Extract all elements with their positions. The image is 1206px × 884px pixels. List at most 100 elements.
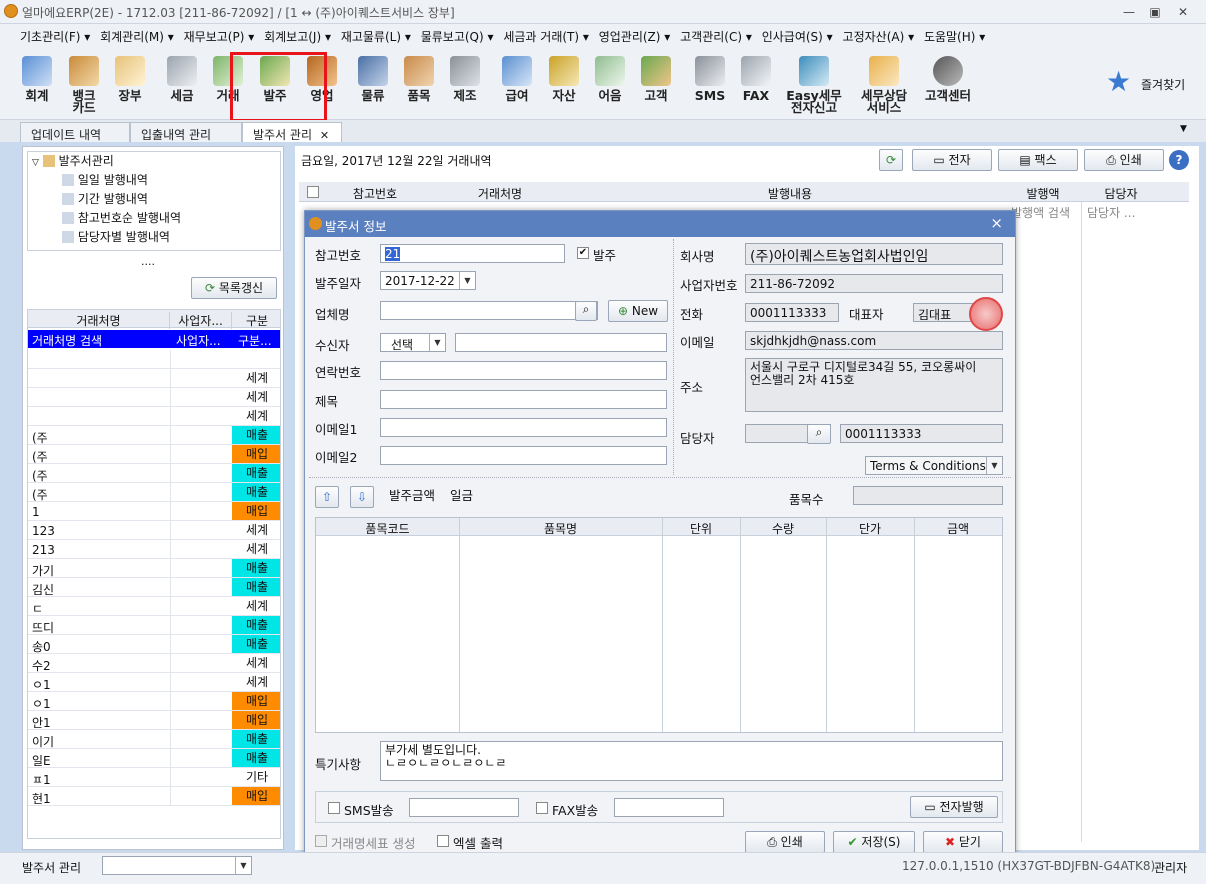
subject-input[interactable] <box>380 390 667 409</box>
move-down-arrow-icon[interactable]: ⇩ <box>350 486 374 508</box>
statement-checkbox[interactable] <box>315 835 327 847</box>
col-price[interactable]: 단가 <box>826 520 914 537</box>
table-row[interactable]: ㅇ1 매입 <box>28 692 280 711</box>
date-dropdown-icon[interactable]: ▼ <box>459 272 475 289</box>
col-customer[interactable]: 거래처명 <box>28 312 170 329</box>
favorites-label[interactable]: 즐겨찾기 <box>1141 76 1185 93</box>
terms-dropdown-icon[interactable]: ▼ <box>986 457 1002 474</box>
dialog-close-icon[interactable]: × <box>990 214 1003 232</box>
tab-close-icon[interactable]: ✕ <box>320 129 329 142</box>
menu-sales[interactable]: 영업관리(Z) ▾ <box>599 24 671 45</box>
table-row[interactable]: 현1 매입 <box>28 787 280 806</box>
star-icon[interactable]: ★ <box>1106 68 1136 98</box>
toolbar-bill[interactable]: 어음 <box>592 56 628 102</box>
toolbar-callcenter[interactable]: 고객센터 <box>920 56 976 102</box>
email1-input[interactable] <box>380 418 667 437</box>
tree-item-refno[interactable]: 참고번호순 발행내역 <box>28 209 280 228</box>
table-row[interactable]: (주 매출 <box>28 426 280 445</box>
manager-search-icon[interactable]: ⌕ <box>807 424 831 444</box>
remark-textarea[interactable]: 부가세 별도입니다. ㄴㄹㅇㄴㄹㅇㄴㄹㅇㄴㄹ <box>380 741 1003 781</box>
menu-help[interactable]: 도움말(H) ▾ <box>924 24 985 45</box>
col-type[interactable]: 구분 <box>232 312 280 329</box>
fax-input[interactable] <box>614 798 724 817</box>
table-row[interactable]: 김신 매출 <box>28 578 280 597</box>
new-company-button[interactable]: ⊕ New <box>608 300 668 322</box>
col-unit[interactable]: 단위 <box>662 520 740 537</box>
contact-input[interactable] <box>380 361 667 380</box>
menu-inventory[interactable]: 재고물류(L) ▾ <box>341 24 411 45</box>
filter-amount[interactable]: 발행액 검색 <box>1011 204 1070 221</box>
status-select[interactable]: ▼ <box>102 856 252 875</box>
toolbar-sms[interactable]: SMS <box>690 56 730 102</box>
refresh-list-button[interactable]: ⟳ 목록갱신 <box>191 277 277 299</box>
col-content[interactable]: 발행내용 <box>575 185 1005 202</box>
table-row[interactable] <box>28 350 280 369</box>
select-all-checkbox[interactable] <box>307 186 319 198</box>
toolbar-easytax[interactable]: Easy세무 전자신고 <box>782 56 846 114</box>
tree-item-period[interactable]: 기간 발행내역 <box>28 190 280 209</box>
table-row[interactable]: (주 매입 <box>28 445 280 464</box>
col-bizno[interactable]: 사업자... <box>170 312 232 329</box>
col-qty[interactable]: 수량 <box>740 520 826 537</box>
table-row[interactable]: ㅍ1 기타 <box>28 768 280 787</box>
table-row[interactable]: 세계 <box>28 407 280 426</box>
close-window-button[interactable]: ✕ <box>1172 3 1194 21</box>
company-input[interactable] <box>380 301 598 320</box>
table-row[interactable]: ㅇ1 세계 <box>28 673 280 692</box>
table-row[interactable]: 가기 매출 <box>28 559 280 578</box>
toolbar-accounting[interactable]: 회계 <box>20 56 54 102</box>
menu-basic[interactable]: 기초관리(F) ▾ <box>20 24 90 45</box>
save-button[interactable]: ✔ 저장(S) <box>833 831 915 853</box>
minimize-button[interactable]: — <box>1118 3 1140 21</box>
toolbar-customer[interactable]: 고객 <box>638 56 674 102</box>
toolbar-tax[interactable]: 세금 <box>164 56 200 102</box>
toolbar-manufacture[interactable]: 제조 <box>447 56 483 102</box>
order-checkbox[interactable]: ✔ <box>577 247 589 259</box>
col-amount[interactable]: 발행액 <box>1005 185 1081 202</box>
toolbar-tax-consult[interactable]: 세무상담 서비스 <box>854 56 914 114</box>
tree-item-manager[interactable]: 담당자별 발행내역 <box>28 228 280 247</box>
sms-input[interactable] <box>409 798 519 817</box>
email2-input[interactable] <box>380 446 667 465</box>
tree-expand-icon[interactable]: ▽ <box>32 158 39 168</box>
toolbar-logistics[interactable]: 물류 <box>355 56 391 102</box>
table-row[interactable]: (주 매출 <box>28 464 280 483</box>
menu-accounting-report[interactable]: 회계보고(J) ▾ <box>264 24 331 45</box>
table-row[interactable]: 수2 세계 <box>28 654 280 673</box>
print-button[interactable]: ⎙ 인쇄 <box>1084 149 1164 171</box>
col-item-code[interactable]: 품목코드 <box>316 520 459 537</box>
col-customer-name[interactable]: 거래처명 <box>425 185 575 202</box>
receiver-select[interactable]: 선택 ▼ <box>380 333 446 352</box>
toolbar-payroll[interactable]: 급여 <box>499 56 535 102</box>
table-row[interactable]: 세계 <box>28 388 280 407</box>
move-up-arrow-icon[interactable]: ⇧ <box>315 486 339 508</box>
tab-order-management[interactable]: 발주서 관리 ✕ <box>242 122 342 142</box>
filter-manager[interactable]: 담당자 ... <box>1087 204 1135 221</box>
table-row[interactable]: 이기 매출 <box>28 730 280 749</box>
excel-checkbox[interactable] <box>437 835 449 847</box>
toolbar-ledger[interactable]: 장부 <box>112 56 148 102</box>
ref-no-input[interactable]: 21 <box>380 244 565 263</box>
table-row[interactable]: 일E 매출 <box>28 749 280 768</box>
menu-fixed-asset[interactable]: 고정자산(A) ▾ <box>843 24 915 45</box>
table-row[interactable]: 뜨디 매출 <box>28 616 280 635</box>
splitter-grip[interactable]: .... <box>141 255 155 268</box>
tree-root[interactable]: ▽ 발주서관리 <box>28 152 280 171</box>
table-row[interactable]: ㄷ 세계 <box>28 597 280 616</box>
table-row[interactable]: 안1 매입 <box>28 711 280 730</box>
col-total[interactable]: 금액 <box>914 520 1002 537</box>
menu-logistics-report[interactable]: 물류보고(Q) ▾ <box>421 24 494 45</box>
receiver-input[interactable] <box>455 333 667 352</box>
tab-update-history[interactable]: 업데이트 내역 <box>20 122 130 142</box>
toolbar-items[interactable]: 품목 <box>401 56 437 102</box>
restore-button[interactable]: ▣ <box>1144 3 1166 21</box>
help-icon[interactable]: ? <box>1169 150 1189 170</box>
sms-checkbox[interactable] <box>328 802 340 814</box>
menu-accounting[interactable]: 회계관리(M) ▾ <box>100 24 174 45</box>
table-row[interactable]: 세계 <box>28 369 280 388</box>
table-row[interactable]: 123 세계 <box>28 521 280 540</box>
col-item-name[interactable]: 품목명 <box>459 520 662 537</box>
einvoice-button[interactable]: ▭ 전자발행 <box>910 796 998 818</box>
table-row[interactable]: 213 세계 <box>28 540 280 559</box>
dialog-close-button[interactable]: ✖ 닫기 <box>923 831 1003 853</box>
